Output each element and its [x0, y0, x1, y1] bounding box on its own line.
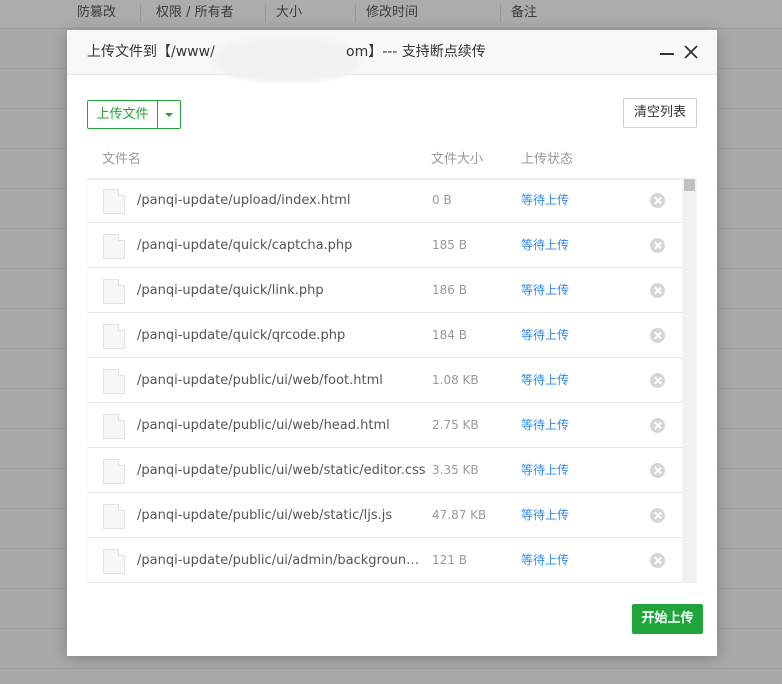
- file-status: 等待上传: [521, 373, 570, 387]
- file-name: /panqi-update/public/ui/admin/background…: [137, 553, 427, 568]
- caret-down-icon[interactable]: [157, 101, 180, 128]
- file-row: /panqi-update/quick/link.php 186 B 等待上传: [87, 268, 682, 313]
- file-row: /panqi-update/public/ui/web/foot.html 1.…: [87, 358, 682, 403]
- file-name: /panqi-update/quick/qrcode.php: [137, 328, 346, 343]
- file-status: 等待上传: [521, 508, 570, 522]
- remove-file-icon[interactable]: [650, 238, 665, 253]
- minimize-icon[interactable]: [659, 46, 675, 60]
- file-icon: [103, 459, 125, 484]
- file-icon: [103, 369, 125, 394]
- dialog-header: 上传文件到【/www/ om】--- 支持断点续传: [67, 30, 717, 82]
- upload-file-button-group: 上传文件: [87, 100, 181, 129]
- file-size: 2.75 KB: [432, 418, 479, 432]
- file-list-scrollbar[interactable]: [682, 178, 697, 583]
- file-status: 等待上传: [521, 328, 570, 342]
- close-icon-glyph: [684, 45, 698, 59]
- header-file-size: 文件大小: [431, 152, 484, 167]
- remove-file-icon[interactable]: [650, 328, 665, 343]
- file-row: /panqi-update/quick/qrcode.php 184 B 等待上…: [87, 313, 682, 358]
- file-size: 3.35 KB: [432, 463, 479, 477]
- file-row: /panqi-update/public/ui/web/static/ljs.j…: [87, 493, 682, 538]
- file-size: 1.08 KB: [432, 373, 479, 387]
- file-row: /panqi-update/public/ui/web/static/edito…: [87, 448, 682, 493]
- file-name: /panqi-update/public/ui/web/foot.html: [137, 373, 383, 388]
- file-size: 185 B: [432, 238, 467, 252]
- remove-file-icon[interactable]: [650, 508, 665, 523]
- file-icon: [103, 324, 125, 349]
- file-row: /panqi-update/quick/captcha.php 185 B 等待…: [87, 223, 682, 268]
- file-icon: [103, 414, 125, 439]
- file-icon: [103, 234, 125, 259]
- file-size: 47.87 KB: [432, 508, 487, 522]
- file-row: /panqi-update/public/ui/web/head.html 2.…: [87, 403, 682, 448]
- file-status: 等待上传: [521, 283, 570, 297]
- upload-dialog: 上传文件到【/www/ om】--- 支持断点续传 上传文件 清空列表 文件名 …: [67, 30, 717, 656]
- start-upload-button[interactable]: 开始上传: [632, 604, 703, 634]
- file-size: 186 B: [432, 283, 467, 297]
- remove-file-icon[interactable]: [650, 418, 665, 433]
- file-status: 等待上传: [521, 418, 570, 432]
- file-name: /panqi-update/upload/index.html: [137, 193, 351, 208]
- upload-file-button[interactable]: 上传文件: [88, 101, 158, 128]
- file-name: /panqi-update/public/ui/web/static/ljs.j…: [137, 508, 393, 523]
- file-status: 等待上传: [521, 238, 570, 252]
- file-status: 等待上传: [521, 193, 570, 207]
- file-size: 184 B: [432, 328, 467, 342]
- file-row: /panqi-update/upload/index.html 0 B 等待上传: [87, 178, 682, 223]
- file-row: /panqi-update/public/ui/admin/background…: [87, 538, 682, 583]
- header-upload-status: 上传状态: [521, 152, 574, 167]
- file-name: /panqi-update/public/ui/web/static/edito…: [137, 463, 426, 478]
- header-file-name: 文件名: [102, 152, 142, 167]
- remove-file-icon[interactable]: [650, 463, 665, 478]
- remove-file-icon[interactable]: [650, 193, 665, 208]
- file-icon: [103, 279, 125, 304]
- file-list[interactable]: /panqi-update/upload/index.html 0 B 等待上传…: [87, 178, 697, 583]
- dialog-title-prefix: 上传文件到【/www/: [87, 44, 215, 60]
- remove-file-icon[interactable]: [650, 553, 665, 568]
- file-icon: [103, 189, 125, 214]
- file-size: 121 B: [432, 553, 467, 567]
- close-icon[interactable]: [682, 43, 700, 61]
- file-name: /panqi-update/quick/captcha.php: [137, 238, 353, 253]
- file-name: /panqi-update/public/ui/web/head.html: [137, 418, 390, 433]
- file-icon: [103, 549, 125, 574]
- file-icon: [103, 504, 125, 529]
- file-status: 等待上传: [521, 463, 570, 477]
- redacted-path-blur: [215, 38, 359, 82]
- scrollbar-thumb[interactable]: [684, 179, 695, 191]
- dialog-title-suffix: om】--- 支持断点续传: [346, 44, 486, 60]
- remove-file-icon[interactable]: [650, 283, 665, 298]
- remove-file-icon[interactable]: [650, 373, 665, 388]
- clear-list-button[interactable]: 清空列表: [623, 98, 697, 128]
- file-name: /panqi-update/quick/link.php: [137, 283, 324, 298]
- file-status: 等待上传: [521, 553, 570, 567]
- file-size: 0 B: [432, 193, 452, 207]
